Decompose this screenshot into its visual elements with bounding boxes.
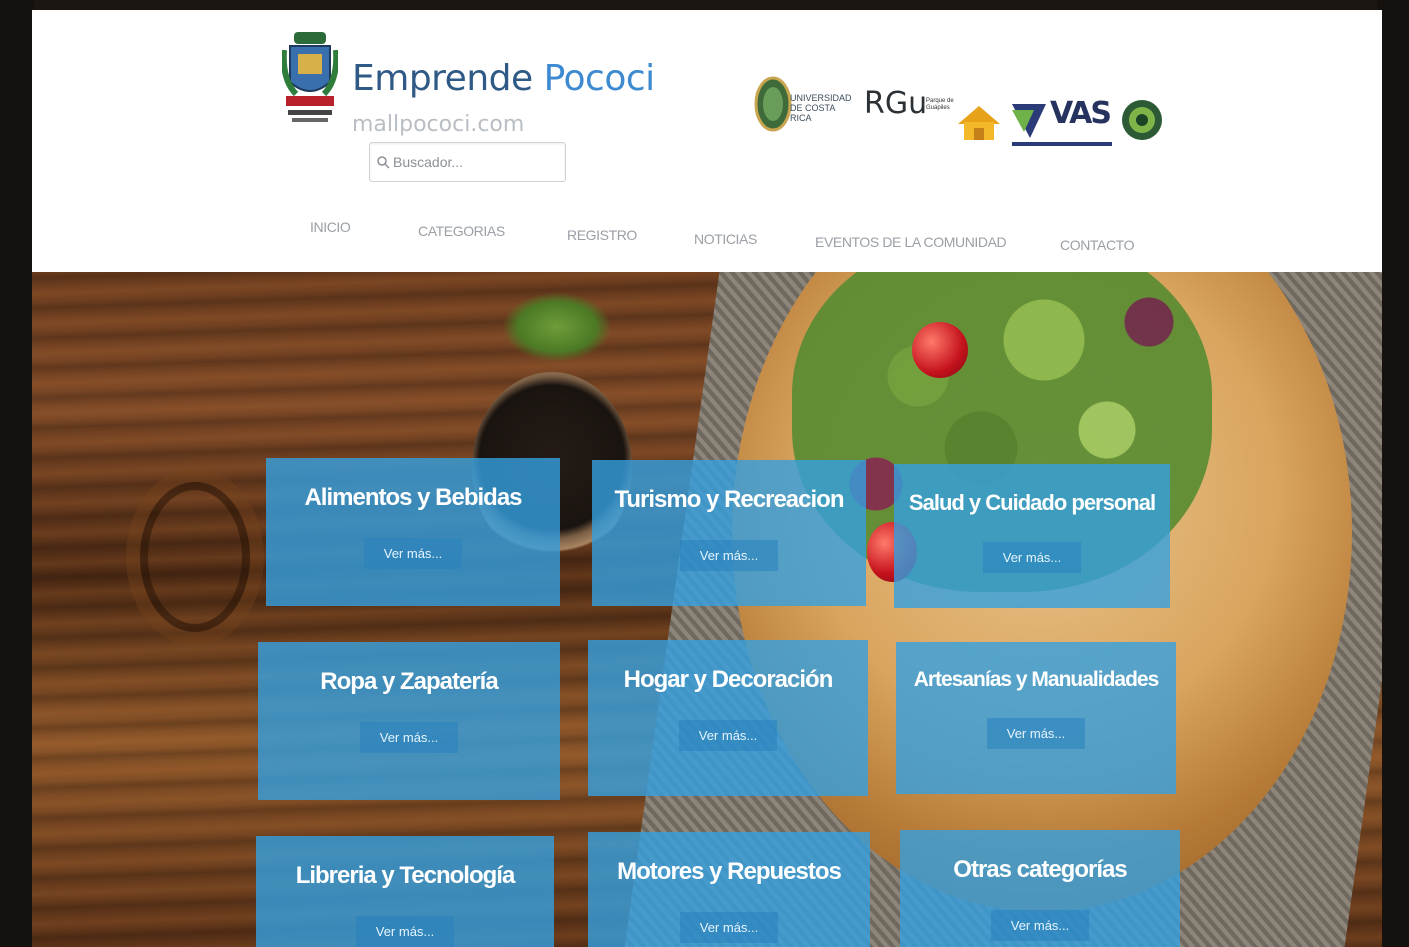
site-title-main: Emprende bbox=[352, 58, 533, 99]
nav-item-categorias[interactable]: CATEGORIAS bbox=[418, 223, 505, 239]
main-nav: INICIO CATEGORIAS REGISTRO NOTICIAS EVEN… bbox=[32, 215, 1382, 255]
category-card-libreria[interactable]: Libreria y Tecnología Ver más... bbox=[256, 836, 554, 947]
herb-garnish bbox=[502, 292, 612, 362]
wood-knot bbox=[140, 482, 250, 632]
category-title: Artesanías y Manualidades bbox=[913, 668, 1160, 691]
category-title: Ropa y Zapatería bbox=[320, 668, 498, 695]
ver-mas-button[interactable]: Ver más... bbox=[990, 910, 1090, 941]
category-title: Motores y Repuestos bbox=[617, 858, 842, 885]
ver-mas-button[interactable]: Ver más... bbox=[355, 916, 455, 947]
ver-mas-button[interactable]: Ver más... bbox=[678, 720, 778, 751]
category-title: Alimentos y Bebidas bbox=[304, 484, 522, 511]
ver-mas-button[interactable]: Ver más... bbox=[986, 718, 1086, 749]
category-card-ropa[interactable]: Ropa y Zapatería Ver más... bbox=[258, 642, 560, 800]
parque-house-icon bbox=[958, 106, 1000, 140]
category-title: Salud y Cuidado personal bbox=[908, 490, 1156, 515]
category-card-artesanias[interactable]: Artesanías y Manualidades Ver más... bbox=[896, 642, 1176, 794]
category-card-motores[interactable]: Motores y Repuestos Ver más... bbox=[588, 832, 870, 947]
category-card-hogar[interactable]: Hogar y Decoración Ver más... bbox=[588, 640, 868, 796]
nav-item-registro[interactable]: REGISTRO bbox=[567, 227, 637, 243]
monitor-frame-left bbox=[0, 0, 34, 947]
category-card-salud[interactable]: Salud y Cuidado personal Ver más... bbox=[894, 464, 1170, 608]
rgu-logo: RGu bbox=[864, 86, 928, 121]
category-card-alimentos[interactable]: Alimentos y Bebidas Ver más... bbox=[266, 458, 560, 606]
nav-item-noticias[interactable]: NOTICIAS bbox=[694, 231, 757, 247]
category-title: Libreria y Tecnología bbox=[295, 862, 516, 889]
vas-logo-text: VAS bbox=[1050, 96, 1112, 131]
tec-logo-icon bbox=[1122, 100, 1162, 140]
tomato bbox=[912, 322, 968, 378]
search-icon bbox=[377, 156, 390, 169]
category-title: Turismo y Recreacion bbox=[614, 486, 845, 513]
search-input[interactable] bbox=[393, 154, 553, 170]
search-box bbox=[369, 142, 566, 182]
sponsor-logos: UNIVERSIDAD DE COSTA RICA RGu Parque de … bbox=[754, 76, 1174, 156]
municipality-crest-icon bbox=[282, 32, 338, 122]
nav-item-eventos[interactable]: EVENTOS DE LA COMUNIDAD bbox=[815, 234, 1007, 250]
category-card-turismo[interactable]: Turismo y Recreacion Ver más... bbox=[592, 460, 866, 606]
site-title-accent: Pococi bbox=[543, 58, 656, 99]
ver-mas-button[interactable]: Ver más... bbox=[679, 912, 779, 943]
category-title: Hogar y Decoración bbox=[623, 666, 834, 693]
category-title: Otras categorías bbox=[953, 856, 1127, 883]
site-title[interactable]: Emprende Pococi bbox=[352, 58, 655, 99]
nav-item-contacto[interactable]: CONTACTO bbox=[1060, 237, 1134, 253]
ucr-logo-text: UNIVERSIDAD DE COSTA RICA bbox=[790, 93, 852, 123]
category-card-otras[interactable]: Otras categorías Ver más... bbox=[900, 830, 1180, 947]
ver-mas-button[interactable]: Ver más... bbox=[363, 538, 463, 569]
site-domain: mallpococi.com bbox=[352, 112, 525, 137]
ver-mas-button[interactable]: Ver más... bbox=[679, 540, 779, 571]
nav-item-inicio[interactable]: INICIO bbox=[310, 219, 351, 235]
ucr-seal-icon bbox=[754, 76, 792, 132]
ver-mas-button[interactable]: Ver más... bbox=[982, 542, 1082, 573]
ver-mas-button[interactable]: Ver más... bbox=[359, 722, 459, 753]
